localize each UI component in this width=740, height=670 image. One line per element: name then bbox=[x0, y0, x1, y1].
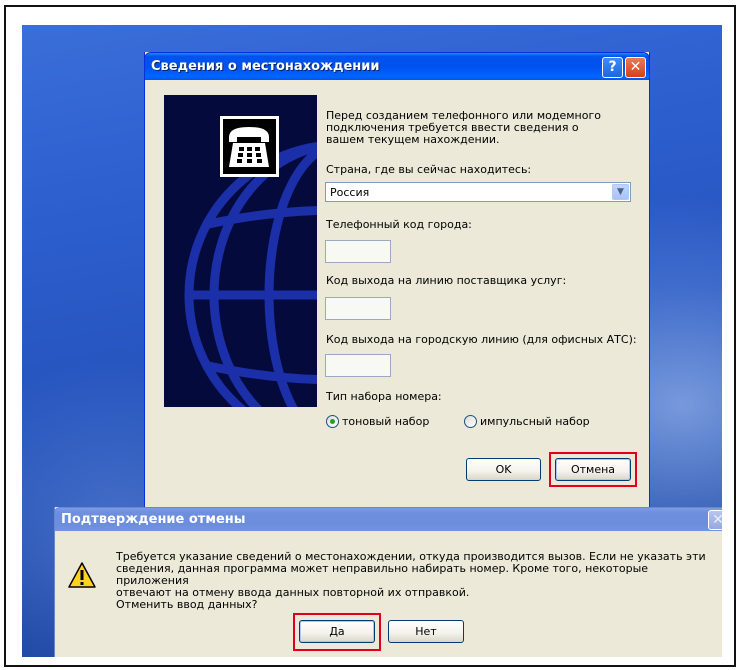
tone-dialing-label[interactable]: тоновый набор bbox=[342, 415, 429, 428]
desktop-background: Сведения о местонахождении ? ✕ Перед соз… bbox=[22, 25, 722, 657]
confirm-close-button[interactable]: ✕ bbox=[708, 510, 722, 530]
country-label: Страна, где вы сейчас находитесь: bbox=[326, 163, 532, 176]
outside-line-label: Код выхода на городскую линию (для офисн… bbox=[326, 333, 637, 346]
area-code-input[interactable] bbox=[325, 240, 391, 263]
cancel-button[interactable]: Отмена bbox=[555, 458, 631, 481]
outside-line-input[interactable] bbox=[325, 354, 391, 377]
screenshot-frame: Сведения о местонахождении ? ✕ Перед соз… bbox=[4, 5, 736, 667]
carrier-code-label: Код выхода на линию поставщика услуг: bbox=[326, 274, 567, 287]
chevron-down-icon[interactable]: ▼ bbox=[612, 184, 629, 200]
pulse-dialing-label[interactable]: импульсный набор bbox=[480, 415, 590, 428]
yes-button[interactable]: Да bbox=[299, 620, 375, 643]
telephone-icon bbox=[220, 116, 279, 177]
globe-phone-illustration bbox=[164, 95, 317, 407]
location-dialog-title: Сведения о местонахождении bbox=[151, 59, 380, 74]
confirm-dialog-titlebar[interactable]: Подтверждение отмены ✕ bbox=[54, 507, 722, 531]
area-code-label: Телефонный код города: bbox=[326, 218, 472, 231]
location-dialog-titlebar[interactable]: Сведения о местонахождении ? ✕ bbox=[144, 52, 650, 80]
confirm-message: Требуется указание сведений о местонахож… bbox=[116, 551, 706, 611]
dial-type-label: Тип набора номера: bbox=[326, 390, 442, 403]
warning-icon bbox=[68, 562, 96, 588]
message-line: сведения, данная программа может неправи… bbox=[116, 562, 649, 587]
country-select-value: Россия bbox=[330, 186, 370, 199]
close-button[interactable]: ✕ bbox=[625, 57, 646, 78]
cancel-confirmation-dialog: Подтверждение отмены ✕ Требуется указани… bbox=[54, 507, 722, 657]
no-button[interactable]: Нет bbox=[388, 620, 464, 643]
radio-selected-dot bbox=[330, 419, 335, 424]
country-select[interactable]: Россия ▼ bbox=[325, 182, 631, 202]
help-button[interactable]: ? bbox=[602, 57, 623, 78]
location-info-dialog: Сведения о местонахождении ? ✕ Перед соз… bbox=[144, 52, 650, 518]
radio-pulse-dialing[interactable] bbox=[464, 415, 477, 428]
ok-button[interactable]: OK bbox=[466, 458, 541, 481]
message-question: Отменить ввод данных? bbox=[116, 598, 258, 611]
radio-tone-dialing[interactable] bbox=[326, 415, 339, 428]
carrier-code-input[interactable] bbox=[325, 297, 391, 320]
intro-text: Перед созданием телефонного или модемног… bbox=[326, 109, 601, 146]
confirm-dialog-title: Подтверждение отмены bbox=[61, 512, 246, 527]
